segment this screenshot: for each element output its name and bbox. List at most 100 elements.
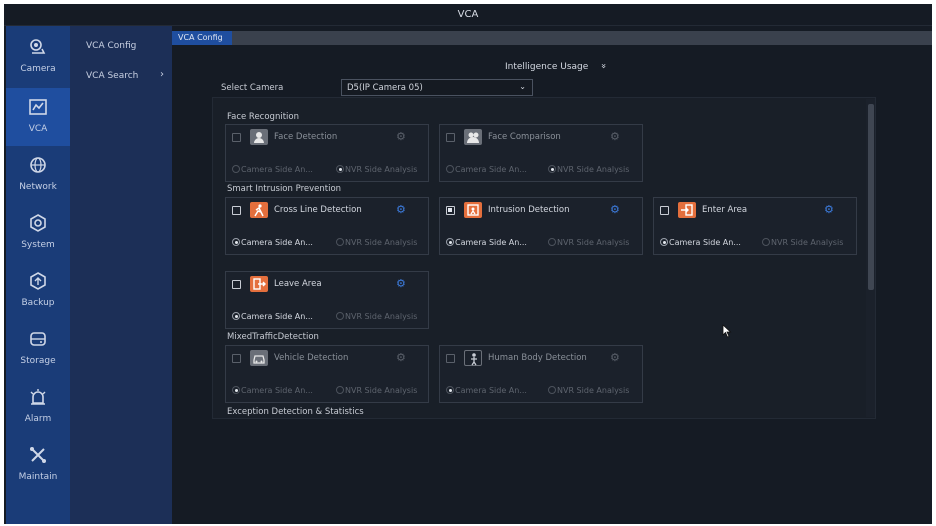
function-card-human-body-detection: Human Body Detection ⚙ Camera Side An...… (439, 345, 643, 403)
radio-icon (336, 386, 344, 394)
sidebar-item-network[interactable]: Network (6, 146, 70, 204)
option-label: NVR Side Analysis (345, 238, 418, 247)
sidebar-item-label: Alarm (24, 414, 52, 424)
function-card-cross-line-detection: Cross Line Detection ⚙ Camera Side An...… (225, 197, 429, 255)
option-label: NVR Side Analysis (557, 238, 630, 247)
gear-icon[interactable]: ⚙ (610, 351, 620, 364)
sidebar-item-storage[interactable]: Storage (6, 320, 70, 378)
gear-icon[interactable]: ⚙ (396, 130, 406, 143)
function-label: Human Body Detection (488, 353, 587, 363)
gear-icon[interactable]: ⚙ (396, 351, 406, 364)
camera-side-option[interactable]: Camera Side An... (232, 312, 313, 321)
chevron-right-icon: › (160, 69, 164, 80)
radio-icon (232, 165, 240, 173)
sidebar-item-label: Storage (20, 356, 56, 366)
camera-side-option[interactable]: Camera Side An... (232, 238, 313, 247)
sidebar-item-label: Network (19, 182, 57, 192)
option-label: NVR Side Analysis (557, 386, 630, 395)
nvr-side-option[interactable]: NVR Side Analysis (548, 386, 629, 395)
radio-icon (232, 238, 240, 246)
radio-icon (336, 312, 344, 320)
gear-icon[interactable]: ⚙ (610, 203, 620, 216)
option-label: Camera Side An... (241, 386, 313, 395)
camera-side-option[interactable]: Camera Side An... (232, 165, 313, 174)
radio-icon (548, 386, 556, 394)
nvr-side-option[interactable]: NVR Side Analysis (548, 238, 629, 247)
network-icon (30, 157, 46, 173)
option-label: Camera Side An... (669, 238, 741, 247)
sidebar-item-camera[interactable]: Camera (6, 28, 70, 86)
camera-side-option[interactable]: Camera Side An... (446, 386, 527, 395)
function-label: Face Comparison (488, 132, 561, 142)
tab-bar: VCA Config (172, 31, 932, 45)
nvr-side-option[interactable]: NVR Side Analysis (336, 238, 417, 247)
nvr-side-option[interactable]: NVR Side Analysis (336, 386, 417, 395)
sidebar-item-alarm[interactable]: Alarm (6, 378, 70, 436)
nvr-side-option[interactable]: NVR Side Analysis (762, 238, 843, 247)
radio-icon (762, 238, 770, 246)
face-comparison-checkbox[interactable] (446, 133, 455, 142)
gear-icon[interactable]: ⚙ (610, 130, 620, 143)
mouse-cursor-icon (722, 324, 732, 338)
camera-select[interactable]: D5(IP Camera 05) ⌄ (341, 79, 533, 96)
intrusion-checkbox[interactable] (446, 206, 455, 215)
submenu-item-vca-config[interactable]: VCA Config (70, 30, 172, 60)
human-body-checkbox[interactable] (446, 354, 455, 363)
nvr-side-option[interactable]: NVR Side Analysis (336, 312, 417, 321)
vca-icon (29, 99, 47, 115)
option-label: Camera Side An... (241, 165, 313, 174)
radio-icon (548, 165, 556, 173)
sidebar-item-vca[interactable]: VCA (6, 88, 70, 146)
window-title: VCA (457, 9, 479, 20)
select-camera-label: Select Camera (221, 83, 284, 93)
submenu-item-vca-search[interactable]: VCA Search › (70, 60, 172, 90)
option-label: NVR Side Analysis (557, 165, 630, 174)
nvr-side-option[interactable]: NVR Side Analysis (336, 165, 417, 174)
gear-icon[interactable]: ⚙ (824, 203, 834, 216)
intelligence-usage-toggle[interactable]: Intelligence Usage (505, 62, 588, 72)
double-chevron-down-icon[interactable]: » (598, 63, 608, 69)
face-detection-icon (250, 129, 268, 145)
nvr-side-option[interactable]: NVR Side Analysis (548, 165, 629, 174)
section-face-recognition: Face Recognition (227, 112, 299, 122)
sidebar-item-label: VCA (28, 124, 48, 134)
leave-area-icon (250, 276, 268, 292)
camera-side-option[interactable]: Camera Side An... (446, 238, 527, 247)
leave-area-checkbox[interactable] (232, 280, 241, 289)
function-card-enter-area: Enter Area ⚙ Camera Side An... NVR Side … (653, 197, 857, 255)
cross-line-icon (250, 202, 268, 218)
function-card-leave-area: Leave Area ⚙ Camera Side An... NVR Side … (225, 271, 429, 329)
sidebar-item-backup[interactable]: Backup (6, 262, 70, 320)
vca-submenu: VCA Config VCA Search › (70, 26, 172, 524)
camera-side-option[interactable]: Camera Side An... (232, 386, 313, 395)
section-exception-detection: Exception Detection & Statistics (227, 407, 364, 417)
gear-icon[interactable]: ⚙ (396, 277, 406, 290)
tab-vca-config[interactable]: VCA Config (172, 31, 232, 45)
radio-icon (548, 238, 556, 246)
enter-area-checkbox[interactable] (660, 206, 669, 215)
function-label: Enter Area (702, 205, 748, 215)
section-smart-intrusion-prevention: Smart Intrusion Prevention (227, 184, 342, 194)
camera-side-option[interactable]: Camera Side An... (446, 165, 527, 174)
section-mixed-traffic-detection: MixedTrafficDetection (227, 332, 319, 342)
sidebar-item-maintain[interactable]: Maintain (6, 436, 70, 494)
submenu-item-label: VCA Search (86, 71, 139, 81)
option-label: NVR Side Analysis (345, 165, 418, 174)
sidebar-item-label: Backup (21, 298, 55, 308)
option-label: Camera Side An... (241, 238, 313, 247)
vehicle-icon (250, 350, 268, 366)
panel-scrollbar-thumb[interactable] (868, 104, 874, 290)
camera-side-option[interactable]: Camera Side An... (660, 238, 741, 247)
sidebar-item-label: System (21, 240, 55, 250)
radio-icon (232, 312, 240, 320)
cross-line-checkbox[interactable] (232, 206, 241, 215)
function-card-intrusion-detection: Intrusion Detection ⚙ Camera Side An... … (439, 197, 643, 255)
radio-icon (446, 165, 454, 173)
gear-icon[interactable]: ⚙ (396, 203, 406, 216)
sidebar-item-label: Maintain (18, 472, 58, 482)
vehicle-checkbox[interactable] (232, 354, 241, 363)
face-detection-checkbox[interactable] (232, 133, 241, 142)
sidebar-item-system[interactable]: System (6, 204, 70, 262)
option-label: NVR Side Analysis (771, 238, 844, 247)
function-label: Vehicle Detection (274, 353, 349, 363)
